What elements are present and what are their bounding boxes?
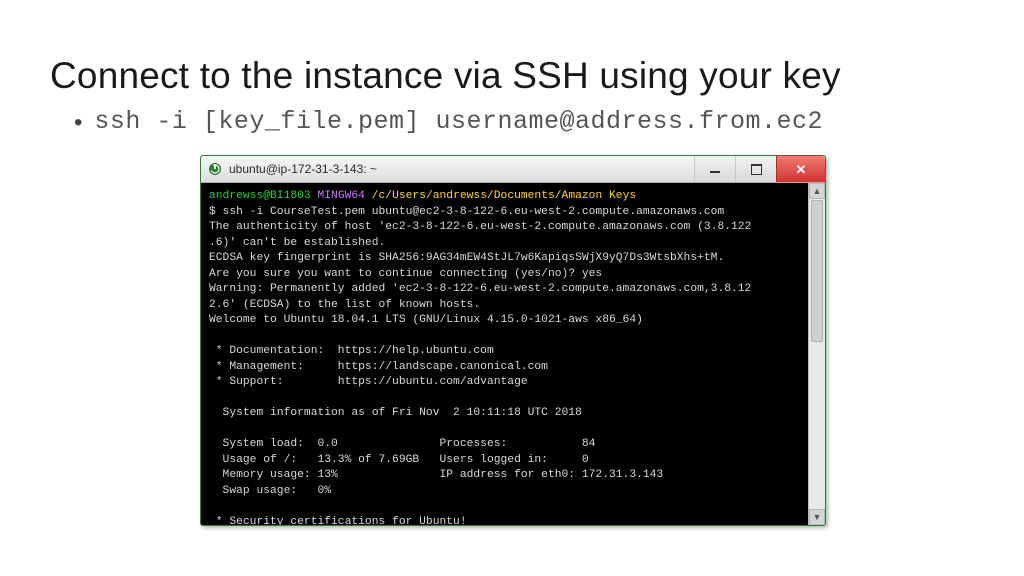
window-title: ubuntu@ip-172-31-3-143: ~ [229,162,694,176]
term-line: * Security certifications for Ubuntu! [209,516,467,526]
minimize-button[interactable] [694,156,735,182]
maximize-icon [751,164,762,175]
bullet-dot-icon: • [74,107,82,139]
chevron-up-icon: ▲ [813,186,822,196]
window-titlebar[interactable]: ubuntu@ip-172-31-3-143: ~ ✕ [201,156,825,183]
bullet-item: • ssh -i [key_file.pem] username@address… [74,107,974,139]
close-icon: ✕ [796,163,807,176]
prompt-user: andrewss@BI1803 [209,190,311,202]
scrollbar[interactable]: ▲ ▼ [808,183,825,525]
term-line: 2.6' (ECDSA) to the list of known hosts. [209,299,480,311]
term-line: * Support: https://ubuntu.com/advantage [209,376,528,388]
term-line: * Management: https://landscape.canonica… [209,361,548,373]
term-line: Usage of /: 13.3% of 7.69GB Users logged… [209,454,589,466]
term-line: System information as of Fri Nov 2 10:11… [209,407,582,419]
term-line: .6)' can't be established. [209,237,385,249]
scroll-thumb[interactable] [811,200,823,342]
scroll-down-button[interactable]: ▼ [809,509,825,525]
terminal-window: ubuntu@ip-172-31-3-143: ~ ✕ andrewss@BI1… [200,155,826,526]
term-line: ECDSA key fingerprint is SHA256:9AG34mEW… [209,252,724,264]
prompt-env: MINGW64 [317,190,364,202]
term-line: $ ssh -i CourseTest.pem ubuntu@ec2-3-8-1… [209,206,724,218]
term-line: Welcome to Ubuntu 18.04.1 LTS (GNU/Linux… [209,314,643,326]
chevron-down-icon: ▼ [813,512,822,522]
window-controls: ✕ [694,156,825,182]
term-line: System load: 0.0 Processes: 84 [209,438,595,450]
terminal-body-wrap: andrewss@BI1803 MINGW64 /c/Users/andrews… [201,183,825,525]
close-button[interactable]: ✕ [776,156,825,182]
prompt-path: /c/Users/andrewss/Documents/Amazon Keys [372,190,636,202]
term-line: Warning: Permanently added 'ec2-3-8-122-… [209,283,751,295]
terminal-output[interactable]: andrewss@BI1803 MINGW64 /c/Users/andrews… [201,183,808,525]
term-line: * Documentation: https://help.ubuntu.com [209,345,494,357]
term-line: Are you sure you want to continue connec… [209,268,602,280]
minimize-icon [710,171,720,173]
term-line: Swap usage: 0% [209,485,331,497]
slide: Connect to the instance via SSH using yo… [0,0,1024,576]
scroll-up-button[interactable]: ▲ [809,183,825,199]
term-line: The authenticity of host 'ec2-3-8-122-6.… [209,221,751,233]
term-line: Memory usage: 13% IP address for eth0: 1… [209,469,663,481]
slide-title: Connect to the instance via SSH using yo… [50,55,974,97]
maximize-button[interactable] [735,156,776,182]
terminal-window-wrap: ubuntu@ip-172-31-3-143: ~ ✕ andrewss@BI1… [200,155,824,526]
app-icon [207,161,223,177]
bullet-text: ssh -i [key_file.pem] username@address.f… [94,107,823,136]
